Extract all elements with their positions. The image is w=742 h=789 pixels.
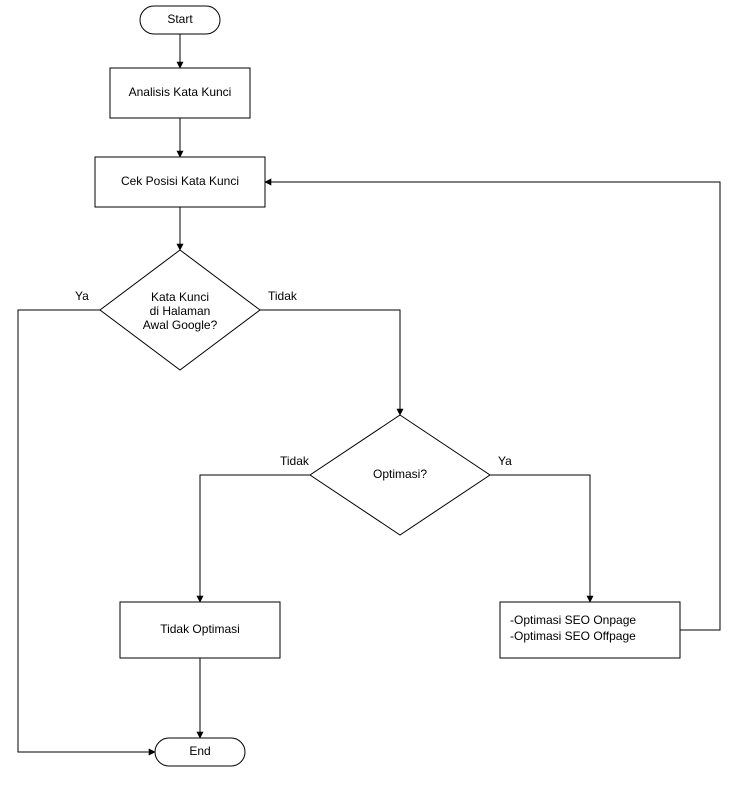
cond1-label-l2: di Halaman	[150, 304, 211, 318]
node-end: End	[155, 738, 245, 766]
cond2-no-label: Tidak	[280, 454, 310, 468]
node-start: Start	[140, 6, 220, 34]
cond1-no-label: Tidak	[268, 289, 298, 303]
end-label: End	[189, 744, 210, 758]
edge-cond2-no-noopt	[200, 475, 310, 602]
node-check-position: Cek Posisi Kata Kunci	[95, 157, 265, 207]
node-optimize-actions: -Optimasi SEO Onpage -Optimasi SEO Offpa…	[500, 602, 680, 658]
edge-cond2-yes-opt	[490, 475, 590, 602]
node-analyze-keyword: Analisis Kata Kunci	[110, 68, 250, 118]
cond1-label-l1: Kata Kunci	[151, 290, 209, 304]
node-decision-first-page: Kata Kunci di Halaman Awal Google?	[100, 250, 260, 370]
cond1-label-l3: Awal Google?	[143, 318, 218, 332]
opt-l1: -Optimasi SEO Onpage	[510, 613, 636, 627]
noopt-label: Tidak Optimasi	[160, 622, 240, 636]
node-decision-optimize: Optimasi?	[310, 415, 490, 535]
cond2-label: Optimasi?	[373, 467, 427, 481]
cond2-yes-label: Ya	[498, 454, 512, 468]
check-label: Cek Posisi Kata Kunci	[121, 174, 239, 188]
edge-opt-loop-check	[265, 182, 720, 630]
analyze-label: Analisis Kata Kunci	[129, 85, 232, 99]
cond1-yes-label: Ya	[75, 289, 89, 303]
flowchart-canvas: Start Analisis Kata Kunci Cek Posisi Kat…	[0, 0, 742, 789]
opt-l2: -Optimasi SEO Offpage	[510, 629, 636, 643]
edge-cond1-no-cond2	[260, 310, 400, 415]
edge-cond1-yes-end	[18, 310, 155, 752]
start-label: Start	[167, 12, 193, 26]
node-no-optimize: Tidak Optimasi	[120, 602, 280, 658]
